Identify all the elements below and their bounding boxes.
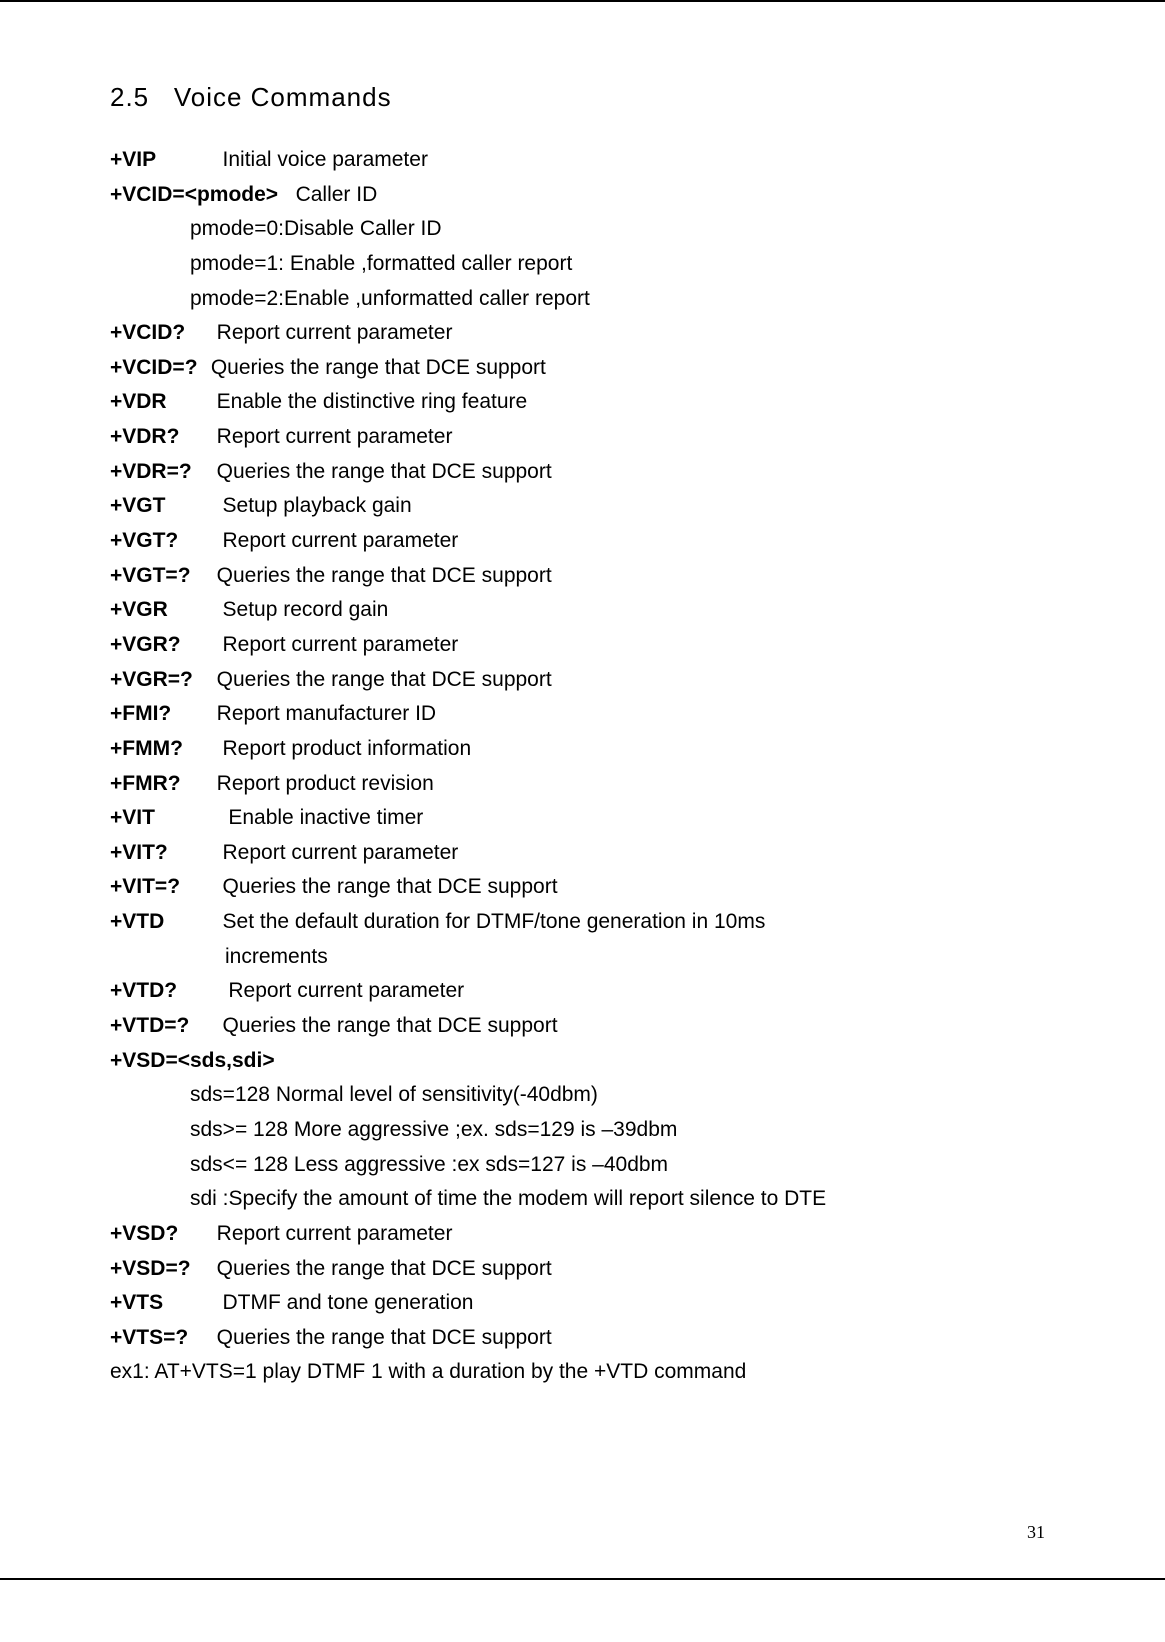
cmd-name: +VDR=?: [110, 455, 205, 490]
param-line: pmode=1: Enable ,formatted caller report: [110, 247, 1055, 282]
cmd-name: +VSD=<sds,sdi>: [110, 1049, 275, 1072]
cmd-name: +VIP: [110, 143, 205, 178]
cmd-row: +VGR? Report current parameter: [110, 628, 1055, 663]
param-line: pmode=0:Disable Caller ID: [110, 212, 1055, 247]
cmd-desc: Caller ID: [296, 183, 378, 206]
cmd-name: +VTD?: [110, 974, 205, 1009]
cmd-name: +VCID=?: [110, 351, 205, 386]
cmd-row: +VGT=? Queries the range that DCE suppor…: [110, 559, 1055, 594]
cmd-name: +VTD: [110, 905, 205, 940]
cmd-desc: Queries the range that DCE support: [217, 564, 552, 587]
example-line: ex1: AT+VTS=1 play DTMF 1 with a duratio…: [110, 1355, 1055, 1390]
param-line: sds>= 128 More aggressive ;ex. sds=129 i…: [110, 1113, 1055, 1148]
cmd-desc: Queries the range that DCE support: [217, 668, 552, 691]
cmd-desc: Queries the range that DCE support: [217, 1257, 552, 1280]
cmd-row: +VSD=? Queries the range that DCE suppor…: [110, 1252, 1055, 1287]
cmd-desc: Report current parameter: [217, 425, 453, 448]
cmd-name: +VGR: [110, 593, 205, 628]
cmd-name: +VIT?: [110, 836, 205, 871]
cmd-row: +VCID=<pmode> Caller ID: [110, 178, 1055, 213]
cmd-row: +VIT=? Queries the range that DCE suppor…: [110, 870, 1055, 905]
cmd-desc: Report product information: [223, 737, 472, 760]
cmd-desc: Queries the range that DCE support: [223, 875, 558, 898]
cmd-row: +VIT? Report current parameter: [110, 836, 1055, 871]
cmd-name: +FMM?: [110, 732, 205, 767]
param-line: sds<= 128 Less aggressive :ex sds=127 is…: [110, 1148, 1055, 1183]
cmd-row: +VGR Setup record gain: [110, 593, 1055, 628]
cmd-desc: Report manufacturer ID: [217, 702, 436, 725]
cmd-row: +FMM? Report product information: [110, 732, 1055, 767]
cmd-name: +VGT?: [110, 524, 205, 559]
param-line: pmode=2:Enable ,unformatted caller repor…: [110, 282, 1055, 317]
cmd-name: +VGR=?: [110, 663, 205, 698]
cmd-desc: Initial voice parameter: [223, 148, 428, 171]
cmd-row: +VTD=? Queries the range that DCE suppor…: [110, 1009, 1055, 1044]
page-number: 31: [1027, 1522, 1045, 1543]
command-list: +VIP Initial voice parameter +VCID=<pmod…: [110, 143, 1055, 1390]
cmd-row: +VCID? Report current parameter: [110, 316, 1055, 351]
cmd-name: +VTS=?: [110, 1321, 205, 1356]
cmd-row: +VIP Initial voice parameter: [110, 143, 1055, 178]
section-number: 2.5: [110, 82, 149, 112]
cmd-desc: Report current parameter: [228, 979, 464, 1002]
cmd-row: +VIT Enable inactive timer: [110, 801, 1055, 836]
cmd-name: +VGR?: [110, 628, 205, 663]
cmd-name: +FMI?: [110, 697, 205, 732]
cmd-row: +FMI? Report manufacturer ID: [110, 697, 1055, 732]
cmd-name: +VGT: [110, 489, 205, 524]
cmd-row: +VGT? Report current parameter: [110, 524, 1055, 559]
cmd-desc: Enable inactive timer: [228, 806, 423, 829]
cmd-row: +VCID=? Queries the range that DCE suppo…: [110, 351, 1055, 386]
cmd-row: +VDR Enable the distinctive ring feature: [110, 385, 1055, 420]
cmd-name: +VSD?: [110, 1217, 205, 1252]
cmd-name: +VGT=?: [110, 559, 205, 594]
section-heading: 2.5 Voice Commands: [110, 82, 1055, 113]
cmd-name: +VCID=<pmode>: [110, 183, 278, 206]
cmd-row: +VDR? Report current parameter: [110, 420, 1055, 455]
cmd-row: +VDR=? Queries the range that DCE suppor…: [110, 455, 1055, 490]
cmd-desc: Report current parameter: [217, 1222, 453, 1245]
cmd-name: +VIT: [110, 801, 205, 836]
cmd-desc: Queries the range that DCE support: [223, 1014, 558, 1037]
cmd-row: +VTD? Report current parameter: [110, 974, 1055, 1009]
cmd-desc: Set the default duration for DTMF/tone g…: [223, 910, 766, 933]
cmd-desc: Queries the range that DCE support: [217, 1326, 552, 1349]
cmd-desc: Setup record gain: [223, 598, 389, 621]
cmd-desc: Setup playback gain: [223, 494, 412, 517]
cmd-name: +VCID?: [110, 316, 205, 351]
cmd-name: +VSD=?: [110, 1252, 205, 1287]
cmd-row: +VTS=? Queries the range that DCE suppor…: [110, 1321, 1055, 1356]
cmd-row: +VGR=? Queries the range that DCE suppor…: [110, 663, 1055, 698]
param-line: sds=128 Normal level of sensitivity(-40d…: [110, 1078, 1055, 1113]
cmd-name: +VDR?: [110, 420, 205, 455]
cmd-desc: Queries the range that DCE support: [211, 356, 546, 379]
section-title-text: Voice Commands: [174, 82, 392, 112]
cmd-desc: DTMF and tone generation: [223, 1291, 474, 1314]
cmd-name: +FMR?: [110, 767, 205, 802]
cmd-name: +VTS: [110, 1286, 205, 1321]
cmd-name: +VTD=?: [110, 1009, 205, 1044]
cmd-row: +FMR? Report product revision: [110, 767, 1055, 802]
cmd-row: +VSD=<sds,sdi>: [110, 1044, 1055, 1079]
document-page: 2.5 Voice Commands +VIP Initial voice pa…: [0, 0, 1165, 1580]
cmd-desc: Report current parameter: [223, 633, 459, 656]
cmd-desc: Report current parameter: [217, 321, 453, 344]
cmd-row: +VTS DTMF and tone generation: [110, 1286, 1055, 1321]
cmd-desc: Report current parameter: [223, 841, 459, 864]
cmd-row: +VTD Set the default duration for DTMF/t…: [110, 905, 1055, 940]
param-line: sdi :Specify the amount of time the mode…: [110, 1182, 1055, 1217]
param-line: increments: [110, 940, 1055, 975]
cmd-desc: Report current parameter: [223, 529, 459, 552]
cmd-row: +VGT Setup playback gain: [110, 489, 1055, 524]
cmd-desc: Enable the distinctive ring feature: [217, 390, 528, 413]
cmd-row: +VSD? Report current parameter: [110, 1217, 1055, 1252]
cmd-name: +VDR: [110, 385, 205, 420]
cmd-name: +VIT=?: [110, 870, 205, 905]
cmd-desc: Report product revision: [217, 772, 434, 795]
cmd-desc: Queries the range that DCE support: [217, 460, 552, 483]
